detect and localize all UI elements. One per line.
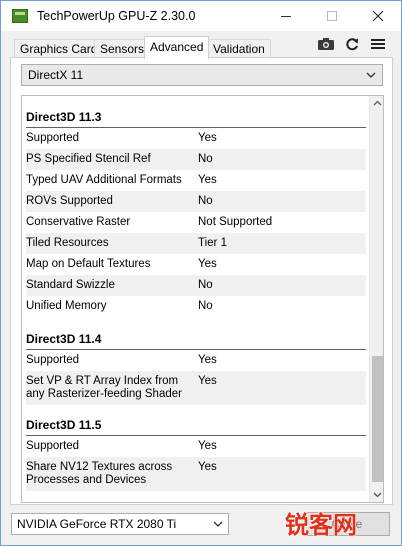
scroll-down-button[interactable]	[370, 487, 383, 502]
category-select[interactable]: DirectX 11	[21, 64, 383, 86]
maximize-button[interactable]	[309, 1, 355, 31]
property-name: ROVs Supported	[26, 195, 113, 207]
minimize-icon	[281, 15, 291, 17]
property-value: No	[198, 300, 213, 312]
property-name: Standard Swizzle	[26, 279, 115, 291]
property-value: No	[198, 153, 213, 165]
close-window-button[interactable]	[355, 1, 401, 31]
tab-bar: Graphics Card Sensors Advanced Validatio…	[1, 31, 401, 59]
property-value: Not Supported	[198, 216, 273, 228]
property-name: Typed UAV Additional Formats	[26, 174, 182, 186]
list-item: Share NV12 Textures across Processes and…	[26, 457, 366, 491]
scrollbar-thumb[interactable]	[372, 356, 383, 482]
window-title: TechPowerUp GPU-Z 2.30.0	[37, 9, 196, 23]
list-item: Supported Yes	[26, 128, 366, 149]
property-name: Map on Default Textures	[26, 258, 151, 270]
svg-text:锐客网: 锐客网	[285, 511, 357, 539]
details-list[interactable]: Direct3D 11.3 Supported Yes PS Specified…	[22, 96, 368, 502]
property-name: Unified Memory	[26, 300, 107, 312]
property-value: Yes	[198, 258, 217, 270]
category-select-value: DirectX 11	[28, 68, 84, 82]
bottom-bar: NVIDIA GeForce RTX 2080 Ti Close 锐客网	[1, 505, 401, 545]
list-item: Unified Memory No	[26, 296, 366, 317]
refresh-icon[interactable]	[343, 36, 361, 52]
chevron-up-icon	[373, 100, 382, 106]
gpu-select[interactable]: NVIDIA GeForce RTX 2080 Ti	[11, 513, 229, 535]
list-item: Typed UAV Additional Formats Yes	[26, 170, 366, 191]
list-item: Map on Default Textures Yes	[26, 254, 366, 275]
property-name: Share NV12 Textures across Processes and…	[26, 461, 173, 486]
list-item: Tiled Resources Tier 1	[26, 233, 366, 254]
list-item: Supported Yes	[26, 436, 366, 457]
property-value: Yes	[198, 440, 217, 452]
gpuz-window: TechPowerUp GPU-Z 2.30.0 Graphics Card S…	[0, 0, 402, 546]
property-name: Conservative Raster	[26, 216, 131, 228]
chevron-down-icon	[366, 72, 376, 78]
vertical-scrollbar[interactable]	[369, 96, 383, 502]
property-value: Yes	[198, 375, 217, 387]
property-value: Yes	[198, 461, 217, 473]
list-item: Set VP & RT Array Index from any Rasteri…	[26, 371, 366, 405]
scroll-up-button[interactable]	[370, 96, 383, 111]
chevron-down-icon	[213, 521, 223, 527]
list-item: Standard Swizzle No	[26, 275, 366, 296]
property-value: No	[198, 279, 213, 291]
property-name: Supported	[26, 440, 80, 452]
property-name: Tiled Resources	[26, 237, 109, 249]
watermark-icon: 锐客网	[284, 510, 357, 539]
list-item: Supported Yes	[26, 350, 366, 371]
property-name: Supported	[26, 132, 80, 144]
close-icon	[372, 10, 384, 22]
list-item: Conservative Raster Not Supported	[26, 212, 366, 233]
list-item: PS Specified Stencil Ref No	[26, 149, 366, 170]
title-bar[interactable]: TechPowerUp GPU-Z 2.30.0	[1, 1, 401, 31]
advanced-panel: DirectX 11 Direct3D 11.3 Supported Yes P…	[10, 57, 393, 505]
tab-validation[interactable]: Validation	[207, 39, 271, 58]
chevron-down-icon	[373, 492, 382, 498]
property-value: Tier 1	[198, 237, 227, 249]
gpuz-app-icon[interactable]	[12, 9, 28, 23]
tab-sensors[interactable]: Sensors	[94, 39, 151, 58]
gpu-select-value: NVIDIA GeForce RTX 2080 Ti	[17, 517, 177, 531]
camera-icon[interactable]	[317, 36, 335, 52]
list-item: ROVs Supported No	[26, 191, 366, 212]
tab-graphics-card[interactable]: Graphics Card	[14, 39, 104, 58]
minimize-button[interactable]	[263, 1, 309, 31]
menu-icon[interactable]	[369, 36, 387, 52]
tab-advanced[interactable]: Advanced	[144, 36, 210, 59]
details-list-frame: Direct3D 11.3 Supported Yes PS Specified…	[21, 95, 384, 503]
property-name: Set VP & RT Array Index from any Rasteri…	[26, 375, 182, 400]
property-value: Yes	[198, 132, 217, 144]
watermark-logo: 锐客网	[283, 505, 363, 543]
property-value: No	[198, 195, 213, 207]
section-title: Direct3D 11.5	[26, 418, 102, 432]
property-value: Yes	[198, 174, 217, 186]
property-name: Supported	[26, 354, 80, 366]
section-title: Direct3D 11.3	[26, 110, 102, 124]
property-name: PS Specified Stencil Ref	[26, 153, 151, 165]
property-value: Yes	[198, 354, 217, 366]
maximize-icon	[327, 11, 337, 21]
section-title: Direct3D 11.4	[26, 332, 102, 346]
